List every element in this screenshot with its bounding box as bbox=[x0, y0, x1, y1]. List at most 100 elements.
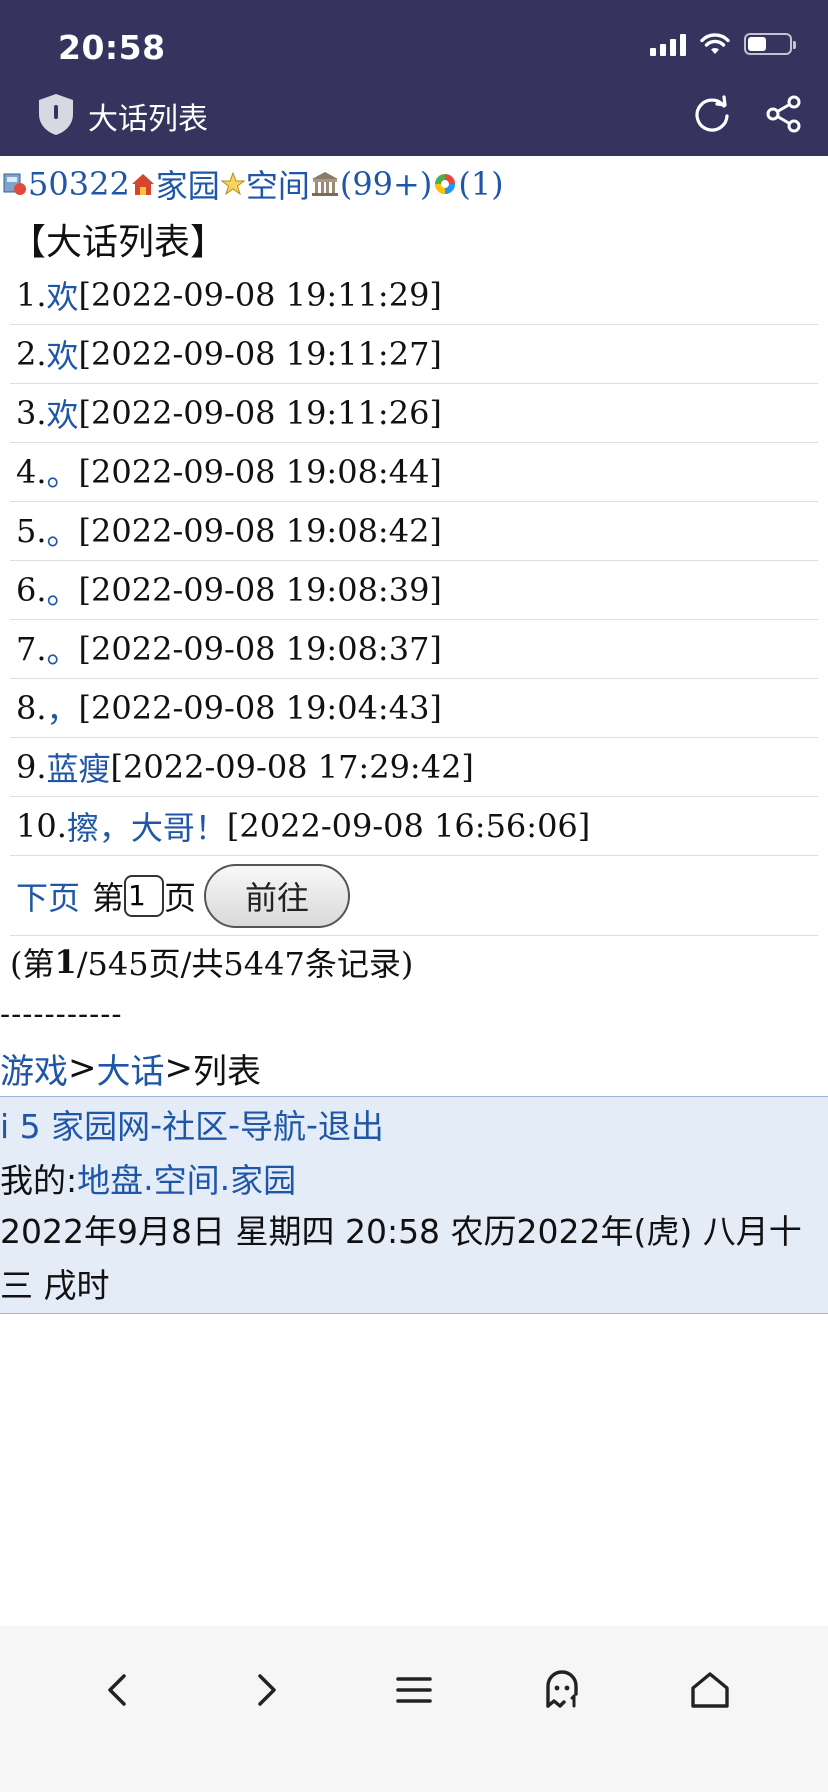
summary-open: (第 bbox=[10, 945, 55, 983]
ghost-mode-button[interactable] bbox=[532, 1660, 592, 1720]
user-icon bbox=[3, 173, 26, 195]
site-home-link[interactable]: i 5 家园网 bbox=[0, 1100, 150, 1148]
breadcrumb-current: 列表 bbox=[193, 1051, 261, 1092]
user-id-link[interactable]: 50322 bbox=[28, 165, 130, 203]
breadcrumb-games-link[interactable]: 游戏 bbox=[0, 1044, 68, 1093]
footer-dot: . bbox=[143, 1158, 154, 1198]
title-bar: 大话列表 bbox=[0, 82, 828, 156]
chevron-right-icon bbox=[258, 1674, 276, 1706]
list-item: 10. 擦，大哥！ [2022-09-08 16:56:06] bbox=[10, 797, 818, 856]
divider: ----------- bbox=[0, 996, 123, 1032]
item-time: [2022-09-08 19:04:43] bbox=[78, 689, 442, 727]
item-title-link[interactable]: 擦，大哥！ bbox=[67, 803, 227, 849]
logout-link[interactable]: 退出 bbox=[318, 1100, 384, 1148]
breadcrumb-dahua-link[interactable]: 大话 bbox=[97, 1044, 165, 1093]
summary-current-page: 1 bbox=[54, 943, 77, 981]
item-number: 1. bbox=[16, 276, 47, 314]
browser-toolbar bbox=[0, 1626, 828, 1792]
go-button[interactable]: 前往 bbox=[204, 863, 351, 928]
item-title-link[interactable]: 欢 bbox=[47, 331, 79, 377]
messages-count-link[interactable]: (99+) bbox=[340, 165, 433, 203]
space-link[interactable]: 空间 bbox=[246, 161, 310, 207]
share-icon[interactable] bbox=[762, 92, 806, 136]
list-item: 6.。 [2022-09-08 19:08:39] bbox=[10, 561, 818, 620]
item-number: 2. bbox=[16, 335, 47, 373]
dahua-list: 1. 欢 [2022-09-08 19:11:29] 2. 欢 [2022-09-08 … bbox=[10, 266, 818, 856]
chevron-left-icon bbox=[108, 1674, 126, 1706]
item-number: 6. bbox=[16, 571, 47, 609]
building-icon bbox=[311, 172, 338, 196]
footer-separator: - bbox=[306, 1104, 318, 1144]
next-page-link[interactable]: 下页 bbox=[16, 873, 80, 919]
item-title-link[interactable]: 欢 bbox=[47, 272, 79, 318]
site-footer: i 5 家园网 - 社区 - 导航 - 退出 我的: 地盘 . 空间 . 家园 … bbox=[0, 1096, 828, 1314]
page-suffix: 页 bbox=[164, 878, 197, 917]
main-content: 50322 家园 空间 (99+) (1) 【大话列表】 1. 欢 [2022-0 bbox=[0, 156, 828, 1314]
breadcrumb: 游戏 > 大话 > 列表 bbox=[0, 1040, 828, 1096]
breadcrumb-separator: > bbox=[68, 1048, 97, 1088]
item-title-link[interactable]: 。 bbox=[47, 626, 79, 672]
house-icon bbox=[691, 1672, 729, 1708]
community-link[interactable]: 社区 bbox=[162, 1100, 228, 1148]
footer-mine: 我的: 地盘 . 空间 . 家园 bbox=[0, 1151, 828, 1205]
page-number-input[interactable] bbox=[124, 874, 165, 917]
item-number: 5. bbox=[16, 512, 47, 550]
item-number: 9. bbox=[16, 748, 47, 786]
item-number: 10. bbox=[16, 807, 67, 845]
list-item: 3. 欢 [2022-09-08 19:11:26] bbox=[10, 384, 818, 443]
footer-date: 2022年9月8日 星期四 20:58 农历2022年(虎) 八月十三 戌时 bbox=[0, 1212, 802, 1305]
item-time: [2022-09-08 19:11:26] bbox=[78, 394, 442, 432]
ghost-icon bbox=[546, 1670, 578, 1708]
battery-level bbox=[748, 37, 766, 51]
shield-icon bbox=[39, 94, 73, 135]
footer-separator: - bbox=[228, 1104, 240, 1144]
item-time: [2022-09-08 19:08:44] bbox=[78, 453, 442, 491]
refresh-icon[interactable] bbox=[690, 92, 734, 136]
item-title-link[interactable]: 。 bbox=[47, 449, 79, 495]
my-space-link[interactable]: 空间 bbox=[154, 1154, 220, 1202]
page-title: 大话列表 bbox=[88, 102, 208, 137]
status-time: 20:58 bbox=[58, 28, 166, 67]
item-time: [2022-09-08 19:08:37] bbox=[78, 630, 442, 668]
territory-link[interactable]: 地盘 bbox=[77, 1154, 143, 1202]
user-links-bar: 50322 家园 空间 (99+) (1) bbox=[0, 156, 828, 212]
item-time: [2022-09-08 19:11:29] bbox=[78, 276, 442, 314]
footer-nav: i 5 家园网 - 社区 - 导航 - 退出 bbox=[0, 1097, 828, 1151]
item-title-link[interactable]: 。 bbox=[47, 508, 79, 554]
item-time: [2022-09-08 17:29:42] bbox=[110, 748, 474, 786]
list-item: 1. 欢 [2022-09-08 19:11:29] bbox=[10, 266, 818, 325]
list-item: 2. 欢 [2022-09-08 19:11:27] bbox=[10, 325, 818, 384]
item-number: 8. bbox=[16, 689, 47, 727]
list-item: 9. 蓝瘦 [2022-09-08 17:29:42] bbox=[10, 738, 818, 797]
notices-count-link[interactable]: (1) bbox=[458, 165, 503, 203]
back-button[interactable] bbox=[88, 1660, 148, 1720]
item-time: [2022-09-08 19:08:39] bbox=[78, 571, 442, 609]
breadcrumb-separator: > bbox=[164, 1048, 194, 1088]
navigation-link[interactable]: 导航 bbox=[240, 1100, 306, 1148]
item-number: 3. bbox=[16, 394, 47, 432]
pagination: 下页 第 页 前往 bbox=[10, 856, 818, 936]
item-title-link[interactable]: 蓝瘦 bbox=[47, 744, 111, 790]
menu-icon bbox=[396, 1677, 432, 1703]
home-icon bbox=[131, 174, 154, 195]
item-title-link[interactable]: ， bbox=[47, 685, 79, 731]
mine-label: 我的: bbox=[0, 1161, 78, 1200]
item-time: [2022-09-08 16:56:06] bbox=[226, 807, 591, 845]
menu-button[interactable] bbox=[384, 1660, 444, 1720]
summary-rest: /545页/共5447条记录) bbox=[76, 945, 414, 983]
colorful-circle-icon bbox=[435, 174, 456, 194]
home-button[interactable] bbox=[680, 1660, 740, 1720]
footer-separator: - bbox=[150, 1104, 163, 1144]
list-item: 8.， [2022-09-08 19:04:43] bbox=[10, 679, 818, 738]
battery-icon bbox=[744, 33, 796, 55]
forward-button[interactable] bbox=[236, 1660, 296, 1720]
home-link[interactable]: 家园 bbox=[156, 161, 220, 207]
item-title-link[interactable]: 欢 bbox=[47, 390, 79, 436]
my-home-link[interactable]: 家园 bbox=[230, 1154, 296, 1202]
list-item: 7.。 [2022-09-08 19:08:37] bbox=[10, 620, 818, 679]
status-icons bbox=[650, 32, 796, 56]
item-time: [2022-09-08 19:11:27] bbox=[78, 335, 442, 373]
star-icon bbox=[220, 171, 246, 196]
item-title-link[interactable]: 。 bbox=[47, 567, 79, 613]
item-number: 7. bbox=[16, 630, 47, 668]
